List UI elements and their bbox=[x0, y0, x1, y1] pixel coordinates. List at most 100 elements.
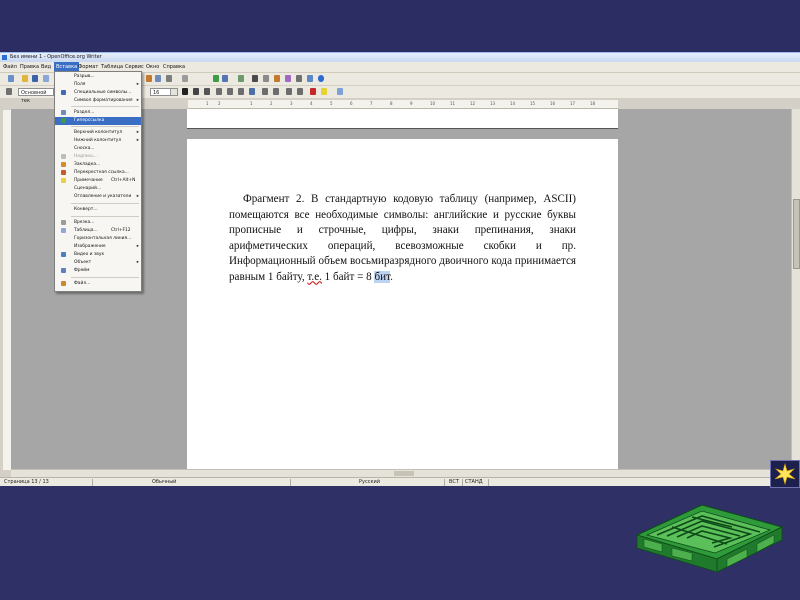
spellcheck-underlined-word: т.е. bbox=[307, 270, 322, 283]
body-paragraph[interactable]: Фрагмент 2. В стандартную кодовую таблиц… bbox=[229, 192, 576, 285]
menu-item-horizontal-line[interactable]: Горизонтальная линия... bbox=[55, 235, 141, 243]
current-page[interactable]: Фрагмент 2. В стандартную кодовую таблиц… bbox=[187, 139, 618, 469]
menu-item-hyperlink[interactable]: Гиперссылка bbox=[55, 117, 141, 125]
show-draw-icon[interactable] bbox=[238, 75, 244, 82]
underline-icon[interactable] bbox=[204, 88, 210, 95]
menu-item-envelope[interactable]: Конверт... bbox=[55, 206, 141, 214]
menu-item-footnote[interactable]: Сноска... bbox=[55, 145, 141, 153]
menu-item-indexes[interactable]: Оглавление и указатели ▸ bbox=[55, 193, 141, 201]
highlight-icon[interactable] bbox=[321, 88, 327, 95]
insert-mode[interactable]: ВСТ bbox=[449, 478, 459, 486]
menu-item-picture[interactable]: Изображение ▸ bbox=[55, 243, 141, 251]
font-size-combo[interactable]: 16 bbox=[150, 88, 178, 96]
slide-action-button[interactable] bbox=[770, 460, 800, 488]
vertical-scrollbar[interactable] bbox=[791, 109, 800, 469]
styles-icon[interactable] bbox=[6, 88, 12, 95]
menu-item-bookmark[interactable]: Закладка... bbox=[55, 161, 141, 169]
menu-item-break[interactable]: Разрыв... bbox=[55, 73, 141, 81]
menu-file[interactable]: Файл bbox=[3, 62, 17, 72]
menu-item-label: Нижний колонтитул bbox=[74, 138, 122, 143]
menu-window[interactable]: Окно bbox=[146, 62, 159, 72]
indent-increase-icon[interactable] bbox=[297, 88, 303, 95]
menu-item-object[interactable]: Объект ▸ bbox=[55, 259, 141, 267]
background-color-icon[interactable] bbox=[337, 88, 343, 95]
menu-item-media[interactable]: Видео и звук bbox=[55, 251, 141, 259]
menu-item-frame[interactable]: Врезка... bbox=[55, 219, 141, 227]
menu-item-cross-reference[interactable]: Перекрестная ссылка... bbox=[55, 169, 141, 177]
menu-help[interactable]: Справка bbox=[163, 62, 185, 72]
gallery-icon[interactable] bbox=[274, 75, 280, 82]
horizontal-ruler[interactable]: 1 2 1 2 3 4 5 6 7 8 9 10 11 12 13 14 15 … bbox=[188, 100, 618, 109]
menu-item-label: Изображение bbox=[74, 244, 106, 249]
bookmark-icon bbox=[61, 162, 66, 167]
menu-view[interactable]: Вид bbox=[41, 62, 51, 72]
help-icon[interactable] bbox=[318, 75, 324, 82]
redo-icon[interactable] bbox=[182, 75, 188, 82]
hyperlink-toolbar-icon[interactable] bbox=[213, 75, 219, 82]
save-icon[interactable] bbox=[32, 75, 38, 82]
menu-item-label: Таблица... bbox=[74, 228, 98, 233]
chevron-down-icon[interactable] bbox=[170, 89, 177, 95]
open-icon[interactable] bbox=[22, 75, 28, 82]
menu-item-section[interactable]: Раздел... bbox=[55, 109, 141, 117]
menu-item-label: Сценарий... bbox=[74, 186, 101, 191]
menu-item-label: Видео и звук bbox=[74, 252, 105, 257]
nonprinting-chars-icon[interactable] bbox=[296, 75, 302, 82]
italic-icon[interactable] bbox=[193, 88, 199, 95]
bold-icon[interactable] bbox=[182, 88, 188, 95]
ruler-tick: 2 bbox=[218, 101, 221, 106]
menu-item-label: Перекрестная ссылка... bbox=[74, 170, 129, 175]
title-bar: Без имени 1 - OpenOffice.org Writer bbox=[0, 53, 800, 62]
ruler-tick: 7 bbox=[370, 101, 373, 106]
find-replace-icon[interactable] bbox=[252, 75, 258, 82]
numbering-icon[interactable] bbox=[262, 88, 268, 95]
menu-item-script[interactable]: Сценарий... bbox=[55, 185, 141, 193]
table-icon bbox=[61, 228, 66, 233]
menu-item-comment[interactable]: Примечание Ctrl+Alt+N bbox=[55, 177, 141, 185]
ruler-tick: 3 bbox=[290, 101, 293, 106]
new-doc-icon[interactable] bbox=[8, 75, 14, 82]
menu-item-label: Раздел... bbox=[74, 110, 95, 115]
bullets-icon[interactable] bbox=[273, 88, 279, 95]
paste-icon[interactable] bbox=[146, 75, 152, 82]
ruler-tick: 4 bbox=[310, 101, 313, 106]
paragraph-style-combo[interactable]: Основной тек bbox=[18, 88, 54, 104]
menu-separator bbox=[71, 216, 139, 217]
horizontal-scrollbar[interactable] bbox=[11, 469, 791, 477]
app-icon bbox=[2, 55, 7, 60]
menu-item-file[interactable]: Файл... bbox=[55, 280, 141, 288]
menu-item-footer[interactable]: Нижний колонтитул ▸ bbox=[55, 137, 141, 145]
menu-edit[interactable]: Правка bbox=[20, 62, 39, 72]
menu-item-label: Горизонтальная линия... bbox=[74, 236, 132, 241]
format-paintbrush-icon[interactable] bbox=[155, 75, 161, 82]
horizontal-scroll-thumb[interactable] bbox=[394, 471, 414, 476]
datasources-icon[interactable] bbox=[285, 75, 291, 82]
table-toolbar-icon[interactable] bbox=[222, 75, 228, 82]
align-right-icon[interactable] bbox=[238, 88, 244, 95]
menu-item-floating-frame[interactable]: Фрейм bbox=[55, 267, 141, 275]
menu-item-special-characters[interactable]: Специальные символы... bbox=[55, 89, 141, 97]
align-left-icon[interactable] bbox=[216, 88, 222, 95]
undo-icon[interactable] bbox=[166, 75, 172, 82]
indent-decrease-icon[interactable] bbox=[286, 88, 292, 95]
menu-item-header[interactable]: Верхний колонтитул ▸ bbox=[55, 129, 141, 137]
align-center-icon[interactable] bbox=[227, 88, 233, 95]
font-color-icon[interactable] bbox=[310, 88, 316, 95]
font-size-value: 16 bbox=[153, 90, 160, 96]
menu-item-fields[interactable]: Поля ▸ bbox=[55, 81, 141, 89]
zoom-icon[interactable] bbox=[307, 75, 313, 82]
justify-icon[interactable] bbox=[249, 88, 255, 95]
writer-window: Без имени 1 - OpenOffice.org Writer Файл… bbox=[0, 52, 800, 486]
page-indicator: Страница 13 / 13 bbox=[4, 479, 49, 485]
omega-icon bbox=[61, 90, 66, 95]
vertical-scroll-thumb[interactable] bbox=[793, 199, 800, 269]
starburst-icon bbox=[774, 462, 796, 486]
ruler-tick: 10 bbox=[430, 101, 436, 106]
status-divider bbox=[488, 479, 489, 486]
selection-mode[interactable]: СТАНД bbox=[465, 478, 483, 486]
menu-item-formatting-mark[interactable]: Символ форматирования ▸ bbox=[55, 97, 141, 105]
email-icon[interactable] bbox=[43, 75, 49, 82]
status-divider bbox=[92, 479, 93, 486]
menu-item-table[interactable]: Таблица... Ctrl+F12 bbox=[55, 227, 141, 235]
navigator-icon[interactable] bbox=[263, 75, 269, 82]
